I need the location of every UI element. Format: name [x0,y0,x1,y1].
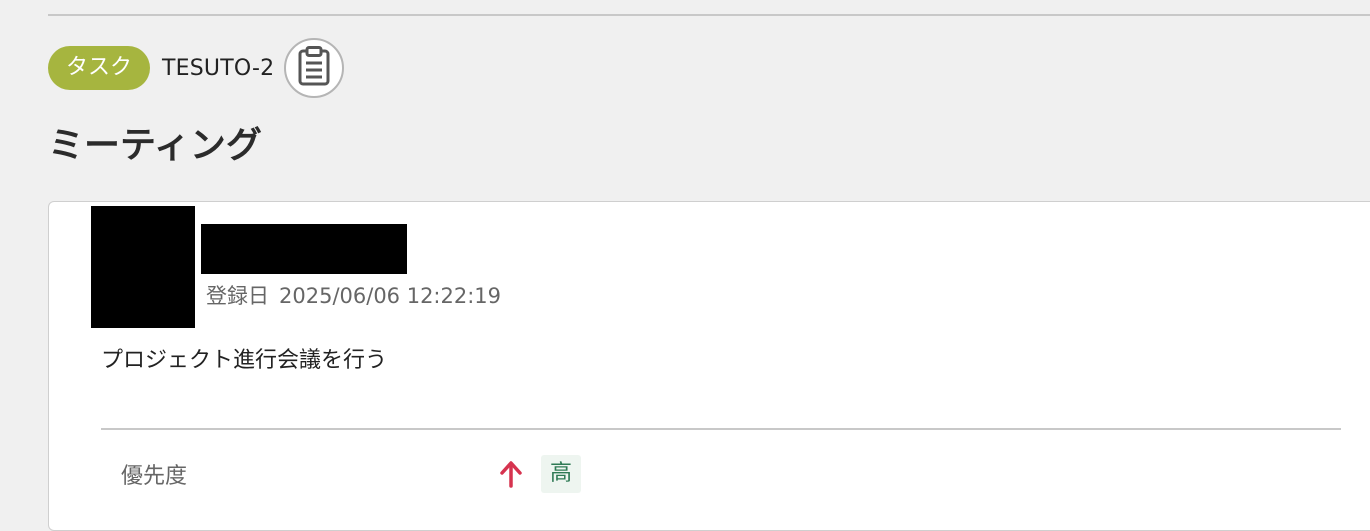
created-label: 登録日 [206,284,269,308]
issue-type-badge: タスク [48,46,151,90]
issue-meta: タスク TESUTO-2 [48,37,345,99]
issue-title: ミーティング [48,125,262,166]
priority-value-badge: 高 [541,455,582,493]
issue-detail-card: 登録日 2025/06/06 12:22:19 プロジェクト進行会議を行う 優先度… [48,201,1370,531]
avatar [91,206,195,328]
created-date-row: 登録日 2025/06/06 12:22:19 [206,280,501,310]
created-value: 2025/06/06 12:22:19 [279,284,502,308]
arrow-up-icon [499,460,523,488]
copy-key-button[interactable] [284,38,345,98]
author-name-redacted [201,224,407,274]
top-divider [48,14,1370,16]
priority-label: 優先度 [121,464,188,489]
section-divider [101,428,1341,430]
clipboard-icon [297,46,331,90]
issue-description: プロジェクト進行会議を行う [101,348,388,373]
issue-key: TESUTO-2 [162,55,275,81]
